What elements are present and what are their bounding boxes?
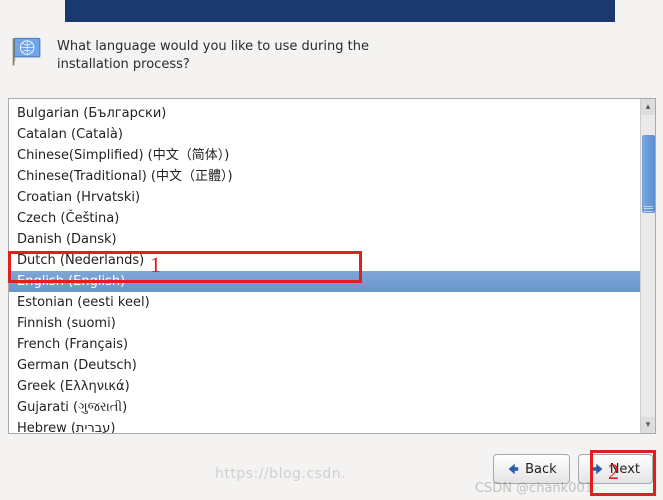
scroll-down-arrow[interactable]: ▾ — [641, 417, 655, 433]
vertical-scrollbar[interactable]: ▴ ▾ — [640, 99, 655, 433]
language-item[interactable]: English (English) — [9, 271, 640, 292]
language-item[interactable]: Czech (Čeština) — [9, 208, 640, 229]
next-button-label: Next — [610, 462, 640, 477]
back-button-label: Back — [525, 462, 557, 477]
header: What language would you like to use duri… — [11, 36, 397, 73]
language-item[interactable]: Danish (Dansk) — [9, 229, 640, 250]
language-item[interactable]: Greek (Ελληνικά) — [9, 376, 640, 397]
button-bar: Back Next — [493, 454, 653, 484]
next-button[interactable]: Next — [578, 454, 653, 484]
language-item[interactable]: Finnish (suomi) — [9, 313, 640, 334]
next-arrow-icon — [591, 462, 605, 476]
globe-flag-icon — [11, 36, 45, 66]
language-item[interactable]: German (Deutsch) — [9, 355, 640, 376]
top-banner — [65, 0, 615, 22]
scroll-thumb[interactable] — [642, 135, 655, 213]
watermark-text-1: https://blog.csdn. — [215, 466, 346, 482]
language-item[interactable]: French (Français) — [9, 334, 640, 355]
language-item[interactable]: Gujarati (ગુજરાતી) — [9, 397, 640, 418]
install-question-text: What language would you like to use duri… — [57, 36, 397, 73]
language-list-frame: Bulgarian (Български)Catalan (Català)Chi… — [8, 98, 656, 434]
language-item[interactable]: Catalan (Català) — [9, 124, 640, 145]
back-arrow-icon — [506, 462, 520, 476]
language-item[interactable]: Estonian (eesti keel) — [9, 292, 640, 313]
language-item[interactable]: Chinese(Traditional) (中文（正體）) — [9, 166, 640, 187]
language-item[interactable]: Dutch (Nederlands) — [9, 250, 640, 271]
language-item[interactable]: Bulgarian (Български) — [9, 103, 640, 124]
language-item[interactable]: Hebrew (עברית) — [9, 418, 640, 433]
language-item[interactable]: Croatian (Hrvatski) — [9, 187, 640, 208]
scroll-up-arrow[interactable]: ▴ — [641, 99, 655, 115]
back-button[interactable]: Back — [493, 454, 570, 484]
language-list[interactable]: Bulgarian (Български)Catalan (Català)Chi… — [9, 99, 640, 433]
language-item[interactable]: Chinese(Simplified) (中文（简体）) — [9, 145, 640, 166]
